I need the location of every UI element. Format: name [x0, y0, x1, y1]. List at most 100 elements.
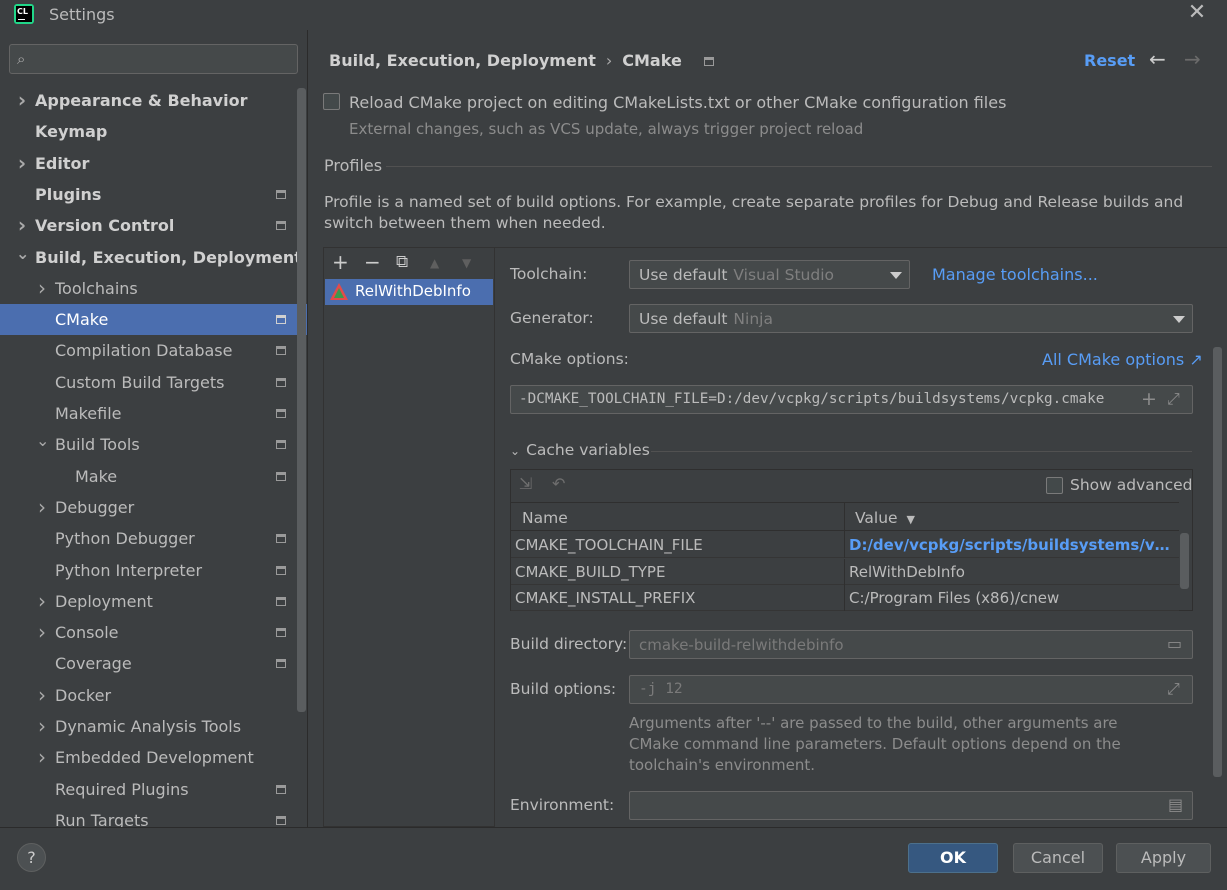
search-input[interactable]: ⌕ — [9, 44, 298, 74]
sidebar-item[interactable]: Compilation Database — [0, 335, 296, 366]
sidebar-item[interactable]: › Editor — [0, 148, 296, 179]
chevron-right-icon[interactable]: › — [36, 711, 48, 742]
sidebar-item[interactable]: Required Plugins — [0, 774, 296, 805]
sidebar-item[interactable]: Python Interpreter — [0, 555, 296, 586]
sidebar-item[interactable]: Run Targets — [0, 805, 296, 827]
profiles-description: Profile is a named set of build options.… — [324, 193, 1184, 232]
back-arrow-icon[interactable]: ← — [1149, 47, 1166, 71]
document-icon[interactable]: ▤ — [1168, 795, 1183, 814]
toolchain-select[interactable]: Use default Visual Studio — [629, 260, 910, 289]
sidebar-item[interactable]: › Dynamic Analysis Tools — [0, 711, 296, 742]
cache-variable-value[interactable]: C:/Program Files (x86)/cnew — [849, 589, 1175, 607]
show-advanced-label[interactable]: Show advanced — [1070, 476, 1192, 494]
expand-icon[interactable]: ⤢ — [1167, 389, 1180, 409]
project-settings-icon — [276, 409, 286, 418]
sidebar-item[interactable]: Coverage — [0, 648, 296, 679]
reset-link[interactable]: Reset — [1084, 51, 1135, 70]
sidebar-item[interactable]: Keymap — [0, 116, 296, 147]
sidebar-item[interactable]: › Version Control — [0, 210, 296, 241]
content-scrollbar[interactable] — [1213, 347, 1222, 777]
cancel-button[interactable]: Cancel — [1013, 843, 1103, 873]
folder-icon[interactable]: ▭ — [1167, 634, 1182, 653]
chevron-down-icon[interactable]: ⌄ — [36, 425, 49, 456]
table-row[interactable]: CMAKE_INSTALL_PREFIX C:/Program Files (x8… — [511, 585, 1179, 611]
sidebar-item-label: Python Interpreter — [55, 560, 203, 580]
chevron-right-icon[interactable]: › — [16, 85, 28, 116]
sidebar-scrollbar[interactable] — [297, 88, 306, 712]
revert-icon[interactable]: ↶ — [552, 474, 565, 493]
all-cmake-options-link[interactable]: All CMake options ↗ — [1042, 350, 1203, 369]
plus-icon[interactable]: + — [1141, 388, 1157, 410]
cache-variable-value[interactable]: D:/dev/vcpkg/scripts/buildsystems/vcpkg.… — [849, 536, 1175, 554]
chevron-right-icon[interactable]: › — [36, 742, 48, 773]
chevron-down-icon[interactable]: ⌄ — [16, 238, 29, 269]
sidebar-item[interactable]: › Toolchains — [0, 273, 296, 304]
project-settings-icon — [276, 596, 286, 606]
chevron-right-icon[interactable]: › — [36, 617, 48, 648]
sidebar-item[interactable]: › Debugger — [0, 492, 296, 523]
move-down-icon[interactable]: ▼ — [462, 256, 471, 270]
table-row[interactable]: CMAKE_BUILD_TYPE RelWithDebInfo — [511, 558, 1179, 585]
sidebar-item-label: Docker — [55, 685, 112, 705]
project-settings-icon — [276, 471, 286, 481]
sidebar-item-label: CMake — [55, 310, 109, 330]
cache-variables-toggle[interactable]: ⌄ Cache variables — [510, 441, 650, 459]
table-scrollbar[interactable] — [1180, 533, 1189, 589]
apply-changes-icon[interactable]: ⇲ — [519, 474, 532, 493]
sidebar-item[interactable]: ⌄ Build Tools — [0, 429, 296, 460]
close-icon[interactable]: ✕ — [1186, 2, 1208, 25]
ok-button[interactable]: OK — [908, 843, 998, 873]
project-settings-icon — [276, 189, 286, 199]
sidebar-item[interactable]: › Docker — [0, 680, 296, 711]
help-button[interactable]: ? — [17, 843, 46, 872]
chevron-right-icon[interactable]: › — [16, 148, 28, 179]
search-icon: ⌕ — [17, 50, 26, 68]
profile-list-item[interactable]: RelWithDebInfo — [325, 279, 493, 305]
breadcrumb-parent[interactable]: Build, Execution, Deployment — [329, 51, 596, 70]
sidebar-item[interactable]: Plugins — [0, 179, 296, 210]
chevron-right-icon[interactable]: › — [36, 586, 48, 617]
project-settings-icon — [276, 221, 286, 231]
sidebar-item[interactable]: › Embedded Development — [0, 742, 296, 773]
cache-variables-title: Cache variables — [526, 441, 650, 459]
show-advanced-checkbox[interactable] — [1046, 477, 1063, 494]
sidebar-item[interactable]: ⌄ Build, Execution, Deployment — [0, 242, 302, 273]
sidebar-item[interactable]: Custom Build Targets — [0, 367, 296, 398]
sidebar-item[interactable]: › Console — [0, 617, 296, 648]
sidebar-item[interactable]: Make — [0, 461, 296, 492]
table-header: Name Value ▼ — [511, 502, 1179, 532]
apply-button[interactable]: Apply — [1116, 843, 1211, 873]
move-up-icon[interactable]: ▲ — [430, 256, 439, 270]
sidebar-item-label: Build Tools — [55, 435, 140, 455]
column-value-header[interactable]: Value ▼ — [855, 509, 915, 527]
reload-label[interactable]: Reload CMake project on editing CMakeLis… — [349, 93, 1006, 112]
column-name-header[interactable]: Name — [522, 509, 568, 527]
sidebar-item[interactable]: › Appearance & Behavior — [0, 85, 296, 116]
toolchain-value: Use default — [639, 266, 728, 284]
cmake-icon-inner — [334, 288, 344, 298]
chevron-right-icon[interactable]: › — [36, 680, 48, 711]
add-icon[interactable]: + — [332, 250, 349, 274]
table-row[interactable]: CMAKE_TOOLCHAIN_FILE D:/dev/vcpkg/scripts… — [511, 532, 1179, 558]
cache-variable-value[interactable]: RelWithDebInfo — [849, 563, 1175, 581]
expand-icon[interactable]: ⤢ — [1167, 679, 1180, 699]
generator-select[interactable]: Use default Ninja — [629, 304, 1193, 333]
column-divider — [844, 532, 845, 558]
remove-icon[interactable]: − — [364, 250, 381, 274]
sidebar-item[interactable]: › Deployment — [0, 586, 296, 617]
sidebar-item-label: Appearance & Behavior — [35, 91, 248, 110]
project-settings-icon — [276, 315, 286, 325]
forward-arrow-icon[interactable]: → — [1184, 47, 1201, 71]
profiles-section-title: Profiles — [324, 156, 383, 175]
sidebar-item[interactable]: Python Debugger — [0, 523, 296, 554]
environment-field[interactable]: ▤ — [629, 791, 1193, 820]
cmake-options-field[interactable]: -DCMAKE_TOOLCHAIN_FILE=D:/dev/vcpkg/scri… — [510, 385, 1193, 414]
chevron-right-icon[interactable]: › — [36, 492, 48, 523]
reload-checkbox[interactable] — [323, 93, 340, 110]
copy-icon[interactable]: ⧉ — [396, 252, 408, 272]
manage-toolchains-link[interactable]: Manage toolchains... — [932, 265, 1098, 284]
sidebar-item[interactable]: CMake — [0, 304, 307, 336]
chevron-right-icon[interactable]: › — [36, 273, 48, 304]
build-directory-field[interactable]: cmake-build-relwithdebinfo ▭ — [629, 630, 1193, 659]
build-options-field[interactable]: -j 12 ⤢ — [629, 675, 1193, 704]
